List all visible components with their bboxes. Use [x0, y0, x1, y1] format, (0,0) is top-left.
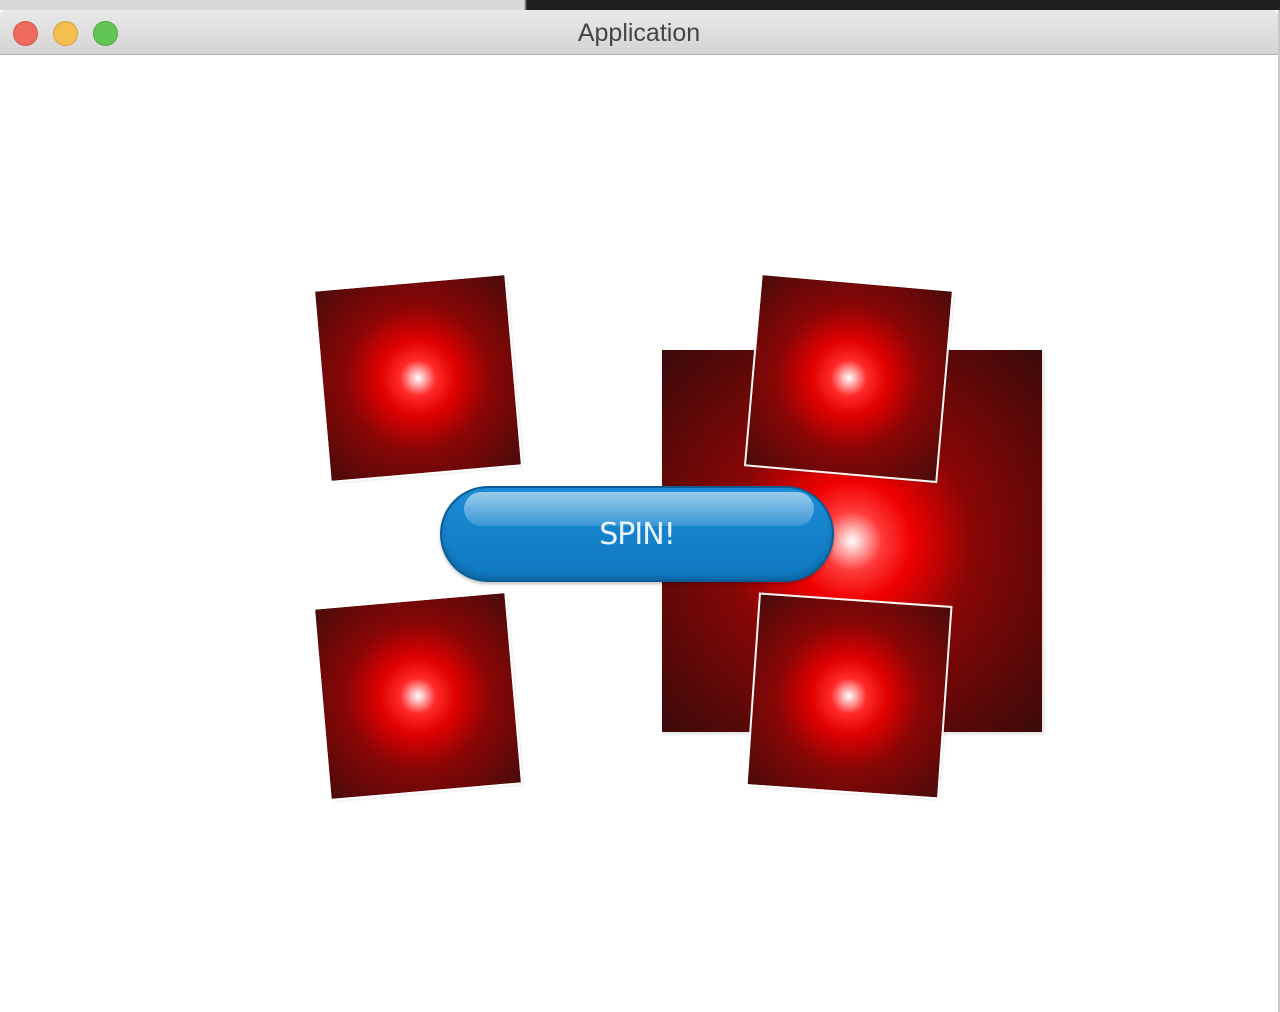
reel-tile-top-left [312, 272, 524, 484]
spin-button-label: SPIN! [599, 517, 675, 552]
title-bar[interactable]: Application [0, 10, 1278, 55]
reel-tile-top-right [743, 272, 955, 484]
window-title: Application [577, 19, 701, 47]
reel-tile-bottom-left [312, 590, 524, 802]
desktop-background-strip [0, 0, 1280, 10]
game-canvas: SPIN! [0, 55, 1278, 1012]
spin-button[interactable]: SPIN! [440, 486, 834, 582]
application-window: Application SPIN! [0, 10, 1280, 1012]
reel-tile-bottom-right [745, 592, 953, 800]
